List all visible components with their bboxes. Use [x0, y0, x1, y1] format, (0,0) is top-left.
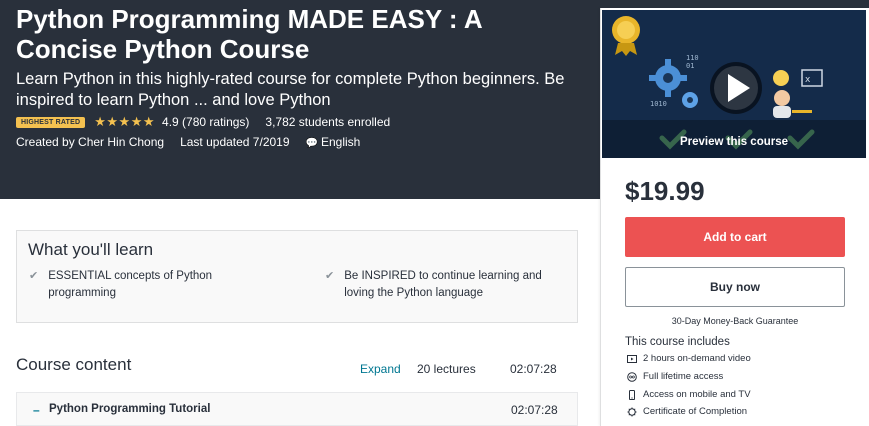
learn-item: ✔ Be INSPIRED to continue learning and l… [325, 268, 565, 302]
learn-title: What you'll learn [28, 240, 154, 259]
course-content-title: Course content [16, 355, 132, 374]
includes-item: 2 hours on-demand video [627, 353, 751, 364]
checkmark-icon: ✔ [29, 270, 39, 282]
svg-text:110: 110 [686, 54, 699, 62]
collapse-icon[interactable]: – [33, 403, 40, 417]
rating-row: HIGHEST RATED ★★★★★ 4.9 (780 ratings) 3,… [16, 114, 390, 130]
add-to-cart-button[interactable]: Add to cart [625, 217, 845, 257]
course-price: $19.99 [625, 176, 705, 206]
course-title: Python Programming MADE EASY : A Concise… [16, 4, 482, 64]
what-youll-learn-box: What you'll learn ✔ ESSENTIAL concepts o… [16, 230, 578, 323]
svg-text:x: x [805, 75, 811, 85]
svg-text:1010: 1010 [650, 100, 667, 108]
gear-icon [682, 92, 698, 108]
language: 💬 English [306, 135, 361, 149]
course-preview-video[interactable]: 110 01 1010 x Preview this course [602, 10, 866, 158]
preview-label[interactable]: Preview this course [602, 136, 866, 148]
includes-label: Certificate of Completion [643, 406, 748, 417]
course-meta-row: Created by Cher Hin Chong Last updated 7… [16, 135, 376, 149]
video-icon [627, 354, 637, 363]
star-rating-icon: ★★★★★ [94, 114, 156, 129]
learn-item: ✔ ESSENTIAL concepts of Python programmi… [29, 268, 269, 302]
includes-item: Full lifetime access [627, 371, 723, 382]
section-title[interactable]: Python Programming Tutorial [49, 403, 210, 415]
includes-item: Access on mobile and TV [627, 389, 751, 400]
certificate-icon [627, 407, 637, 416]
includes-title: This course includes [625, 336, 730, 348]
svg-text:01: 01 [686, 62, 694, 70]
play-icon [710, 62, 762, 114]
rating-text[interactable]: 4.9 (780 ratings) [162, 115, 249, 129]
instructor-credit[interactable]: Created by Cher Hin Chong [16, 135, 164, 149]
infinity-icon [627, 371, 637, 382]
speech-bubble-icon: 💬 [305, 138, 318, 149]
mobile-icon [629, 389, 635, 400]
last-updated: Last updated 7/2019 [180, 135, 290, 149]
expand-all-link[interactable]: Expand [360, 362, 401, 376]
includes-item: Certificate of Completion [627, 406, 747, 417]
total-duration: 02:07:28 [510, 362, 557, 376]
checkmark-icon: ✔ [325, 270, 335, 282]
section-duration: 02:07:28 [511, 403, 558, 417]
enrolled-count: 3,782 students enrolled [265, 115, 391, 129]
learn-item-text: ESSENTIAL concepts of Python programming [48, 270, 213, 299]
highest-rated-badge: HIGHEST RATED [16, 116, 86, 128]
lecture-count: 20 lectures [417, 362, 476, 376]
includes-label: 2 hours on-demand video [643, 353, 751, 364]
curriculum-section[interactable]: – Python Programming Tutorial 02:07:28 [16, 392, 578, 426]
includes-label: Access on mobile and TV [643, 389, 751, 400]
learn-item-text: Be INSPIRED to continue learning and lov… [344, 270, 542, 299]
money-back-guarantee: 30-Day Money-Back Guarantee [671, 316, 799, 326]
buy-now-button[interactable]: Buy now [625, 267, 845, 307]
course-subtitle: Learn Python in this highly-rated course… [16, 70, 565, 109]
language-label: English [320, 135, 361, 149]
includes-label: Full lifetime access [643, 371, 724, 382]
